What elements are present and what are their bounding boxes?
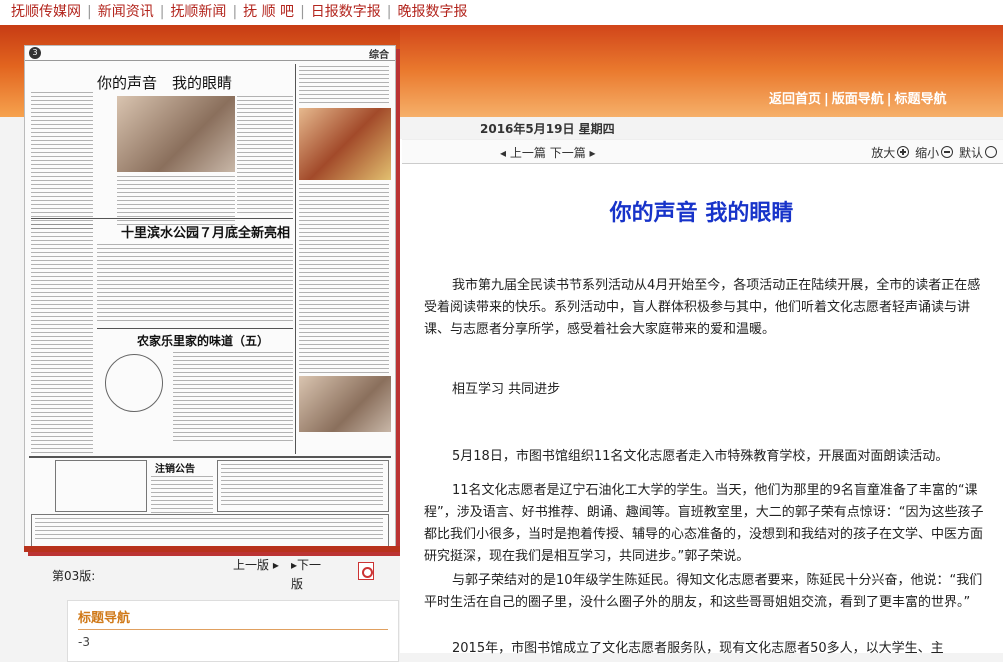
paper-photo-bottom <box>299 376 391 432</box>
page-label: 第03版: <box>52 569 96 583</box>
topnav-link-2[interactable]: 抚顺新闻 <box>170 4 226 20</box>
title-nav-link[interactable]: 标题导航 <box>895 92 947 107</box>
default-zoom-button[interactable]: 默认 <box>959 146 999 160</box>
caret-right-icon: ▸ <box>589 146 596 160</box>
column-rule <box>295 64 296 454</box>
text-column <box>299 66 389 106</box>
next-article-link[interactable]: 下一篇 <box>550 146 586 160</box>
default-zoom-label: 默认 <box>958 146 983 160</box>
paper-headline-second[interactable]: 十里滨水公园７月底全新亮相 <box>121 222 290 241</box>
minus-circle-icon <box>941 146 954 158</box>
zoom-out-label: 缩小 <box>915 146 940 160</box>
article-paragraph: 5月18日，市图书馆组织11名文化志愿者走入市特殊教育学校，开展面对面朗读活动。 <box>452 449 949 464</box>
column-rule <box>31 218 293 219</box>
text-column <box>173 352 293 442</box>
paper-photo-right <box>299 108 391 180</box>
plus-circle-icon <box>897 146 910 158</box>
issue-date: 2016年5月19日 星期四 <box>480 122 615 136</box>
pdf-icon[interactable] <box>358 562 374 580</box>
paper-headline-third[interactable]: 农家乐里家的味道（五） <box>137 332 269 349</box>
next-page-link[interactable]: ▸下一版 <box>291 556 327 594</box>
text-column <box>97 244 293 324</box>
paper-section-label: 综合 <box>369 50 389 61</box>
paper-shadow <box>24 546 400 552</box>
zoom-in-button[interactable]: 放大 <box>871 146 911 160</box>
title-nav-heading: 标题导航 <box>78 611 131 626</box>
text-column <box>221 464 383 506</box>
paper-header: 3 综合 <box>25 46 395 61</box>
article-paragraph: 2015年，市图书馆成立了文化志愿者服务队，现有文化志愿者50多人，以大学生、主 <box>452 641 944 656</box>
column-rule <box>97 328 293 329</box>
newspaper-page-thumbnail[interactable]: 3 综合 你的声音 我的眼睛 十里滨水公园７月底全新亮相 农家乐里家的味道（五）… <box>24 45 396 552</box>
text-column <box>31 92 93 232</box>
paper-headline-main[interactable]: 你的声音 我的眼睛 <box>97 72 232 93</box>
topnav-link-5[interactable]: 晚报数字报 <box>398 4 468 20</box>
text-column <box>31 224 93 374</box>
text-column <box>35 518 383 542</box>
top-nav: 抚顺传媒网 | 新闻资讯 | 抚顺新闻 | 抚 顺 吧 | 日报数字报 | 晚报数字报 <box>0 0 1003 26</box>
column-rule <box>29 456 391 458</box>
header-nav: 返回首页 | 版面导航 | 标题导航 <box>769 92 947 107</box>
notice-box <box>55 460 147 512</box>
prev-article-link[interactable]: 上一篇 <box>510 146 546 160</box>
home-link[interactable]: 返回首页 <box>769 92 821 107</box>
topnav-link-1[interactable]: 新闻资讯 <box>98 4 154 20</box>
title-nav-item[interactable]: -3 <box>78 635 90 649</box>
article-paragraph: 11名文化志愿者是辽宁石油化工大学的学生。当天，他们为那里的9名盲童准备了丰富的… <box>424 483 984 564</box>
topnav-separator: | <box>300 4 305 20</box>
text-column <box>151 476 213 516</box>
article-subheading: 相互学习 共同进步 <box>452 382 561 397</box>
notice-heading: 注销公告 <box>155 464 195 475</box>
topnav-link-4[interactable]: 日报数字报 <box>311 4 381 20</box>
article-panel: 2016年5月19日 星期四 ◂ 上一篇 下一篇 ▸ 放大 缩小 默认 你的声音… <box>400 117 1003 656</box>
triangle-left-icon: ▸ <box>272 558 279 572</box>
divider <box>78 629 388 630</box>
zoom-in-label: 放大 <box>871 146 896 160</box>
article-toolbar: ◂ 上一篇 下一篇 ▸ 放大 缩小 默认 <box>402 139 1003 164</box>
article-title: 你的声音 我的眼睛 <box>609 201 794 226</box>
prev-page-link[interactable]: 上一版 ▸ <box>233 556 279 573</box>
text-column <box>237 96 293 216</box>
article-paragraph: 与郭子荣结对的是10年级学生陈延民。得知文化志愿者要来，陈延民十分兴奋，他说：“… <box>424 573 983 610</box>
caret-left-icon: ◂ <box>500 146 507 160</box>
paper-photo <box>117 96 235 172</box>
circle-icon <box>985 146 997 158</box>
topnav-separator: | <box>386 4 392 20</box>
date-bar: 2016年5月19日 星期四 <box>400 117 1003 139</box>
topnav-separator: | <box>87 4 92 20</box>
page-nav-link[interactable]: 版面导航 <box>832 92 884 107</box>
tourism-logo <box>105 354 163 412</box>
article-paragraph: 我市第九届全民读书节系列活动从4月开始至今，各项活动正在陆续开展，全市的读者正在… <box>424 278 981 337</box>
article-pager: ◂ 上一篇 下一篇 ▸ <box>500 144 596 161</box>
topnav-separator: | <box>232 4 238 20</box>
topnav-link-3[interactable]: 抚 顺 吧 <box>243 4 294 20</box>
text-column <box>299 184 389 404</box>
topnav-separator: | <box>159 4 165 20</box>
page-number-badge: 3 <box>29 47 41 59</box>
zoom-controls: 放大 缩小 默认 <box>871 144 999 161</box>
prev-page-label: 上一版 <box>233 558 270 572</box>
zoom-out-button[interactable]: 缩小 <box>915 146 955 160</box>
topnav-link-0[interactable]: 抚顺传媒网 <box>11 4 81 20</box>
text-column <box>31 376 93 456</box>
